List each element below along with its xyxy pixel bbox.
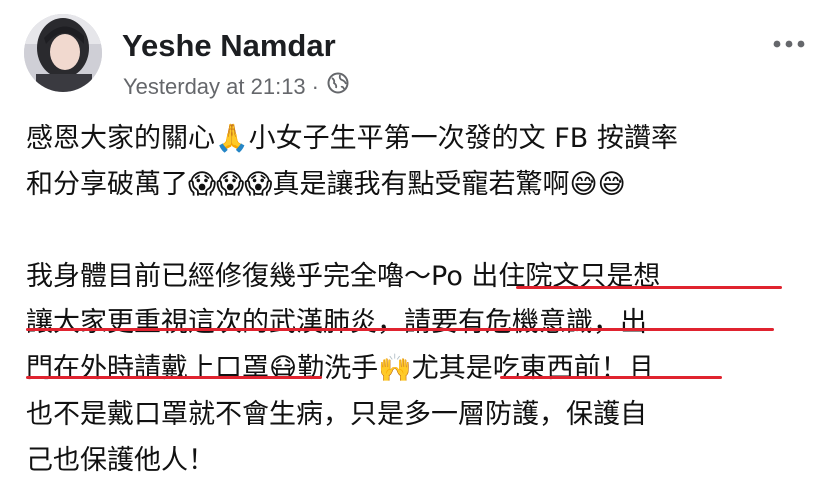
post-meta: Yesterday at 21:13 · [123,72,349,101]
post-line-5: 讓大家更重視這次的武漢肺炎，請要有危機意識，出 [26,307,647,338]
post-timestamp[interactable]: Yesterday at 21:13 [123,73,306,101]
post-text: 感恩大家的關心🙏小女子生平第一次發的文 FB 按讚率 和分享破萬了😱😱😱真是讓我… [26,116,812,484]
post-line-1: 感恩大家的關心🙏小女子生平第一次發的文 FB 按讚率 [26,123,678,154]
author-name[interactable]: Yeshe Namdar [122,28,336,64]
globe-icon[interactable] [327,72,349,101]
highlight-underline-2 [26,328,774,331]
post-header: Yeshe Namdar Yesterday at 21:13 · [24,14,806,99]
highlight-underline-1 [516,286,782,289]
post-line-4: 我身體目前已經修復幾乎完全嚕～Po 出住院文只是想 [26,261,661,292]
meta-separator: · [311,73,319,99]
post-line-7: 也不是戴口罩就不會生病，只是多一層防護，保護自 [26,399,647,430]
highlight-underline-4 [500,376,722,379]
post-line-2: 和分享破萬了😱😱😱真是讓我有點受寵若驚啊😅😅 [26,169,626,200]
highlight-underline-3 [26,376,322,379]
post-line-6: 門在外時請戴上口罩😷勤洗手🙌尤其是吃東西前！且 [26,353,655,384]
avatar[interactable] [24,14,102,92]
more-options-icon[interactable] [772,32,806,56]
post-line-8: 己也保護他人！ [26,445,215,476]
